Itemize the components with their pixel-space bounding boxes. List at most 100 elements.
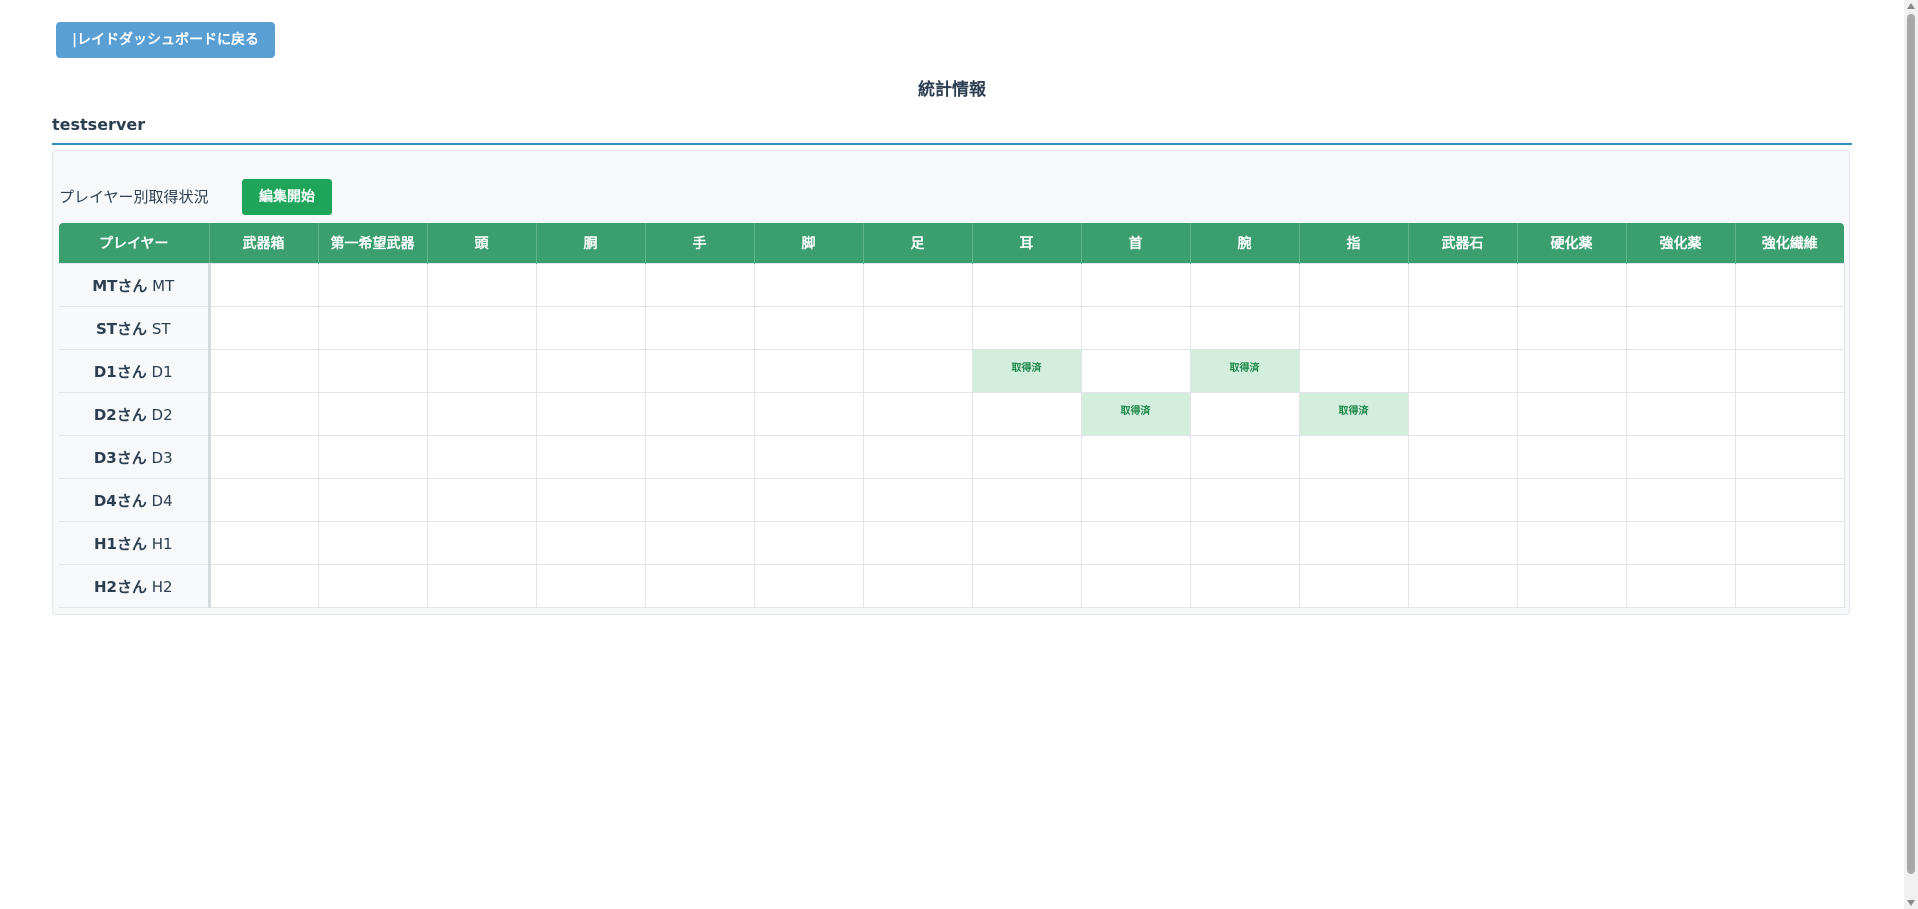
- item-cell[interactable]: [1189, 306, 1300, 350]
- item-cell[interactable]: [1298, 349, 1409, 393]
- item-cell[interactable]: [317, 349, 428, 393]
- item-cell[interactable]: [1516, 306, 1627, 350]
- item-cell[interactable]: [644, 263, 755, 307]
- item-cell[interactable]: [535, 392, 646, 436]
- item-cell[interactable]: [1189, 263, 1300, 307]
- vertical-scrollbar[interactable]: [1904, 0, 1918, 909]
- item-cell[interactable]: [862, 349, 973, 393]
- item-cell[interactable]: [317, 521, 428, 565]
- item-cell[interactable]: [971, 435, 1082, 479]
- item-cell[interactable]: [1407, 564, 1518, 608]
- item-cell[interactable]: [1734, 564, 1845, 608]
- item-cell[interactable]: [1625, 263, 1736, 307]
- item-cell[interactable]: [644, 478, 755, 522]
- item-cell[interactable]: [1080, 263, 1191, 307]
- item-cell[interactable]: [317, 306, 428, 350]
- item-cell[interactable]: [1080, 435, 1191, 479]
- item-cell[interactable]: [862, 521, 973, 565]
- item-cell[interactable]: [1516, 478, 1627, 522]
- item-cell[interactable]: [971, 564, 1082, 608]
- item-cell[interactable]: [753, 521, 864, 565]
- item-cell[interactable]: [208, 263, 319, 307]
- item-cell[interactable]: [1625, 306, 1736, 350]
- item-cell[interactable]: [862, 564, 973, 608]
- item-cell[interactable]: [753, 392, 864, 436]
- item-cell[interactable]: [753, 478, 864, 522]
- item-cell[interactable]: [535, 435, 646, 479]
- scrollbar-thumb[interactable]: [1907, 14, 1915, 874]
- item-cell[interactable]: [426, 564, 537, 608]
- item-cell[interactable]: [1080, 478, 1191, 522]
- item-cell[interactable]: [1734, 478, 1845, 522]
- item-cell[interactable]: [208, 349, 319, 393]
- item-cell[interactable]: [1625, 349, 1736, 393]
- item-cell[interactable]: [1407, 521, 1518, 565]
- item-cell[interactable]: [1407, 306, 1518, 350]
- item-cell[interactable]: [1080, 564, 1191, 608]
- item-cell[interactable]: [971, 478, 1082, 522]
- item-cell[interactable]: [1189, 564, 1300, 608]
- item-cell[interactable]: [1516, 435, 1627, 479]
- item-cell[interactable]: [426, 392, 537, 436]
- item-cell[interactable]: [1625, 392, 1736, 436]
- item-cell[interactable]: [862, 478, 973, 522]
- item-cell[interactable]: [1625, 521, 1736, 565]
- item-cell[interactable]: [1298, 306, 1409, 350]
- item-cell[interactable]: [971, 306, 1082, 350]
- item-cell[interactable]: [1734, 392, 1845, 436]
- item-cell[interactable]: [1298, 564, 1409, 608]
- item-cell[interactable]: [1298, 478, 1409, 522]
- item-cell[interactable]: [535, 564, 646, 608]
- item-cell[interactable]: [1407, 263, 1518, 307]
- item-cell[interactable]: [753, 435, 864, 479]
- item-cell[interactable]: [426, 349, 537, 393]
- item-cell[interactable]: [535, 521, 646, 565]
- item-cell[interactable]: [1734, 263, 1845, 307]
- scroll-up-icon[interactable]: [1907, 3, 1915, 9]
- item-cell[interactable]: [971, 521, 1082, 565]
- item-cell[interactable]: [862, 435, 973, 479]
- item-cell[interactable]: [644, 435, 755, 479]
- item-cell[interactable]: [1734, 435, 1845, 479]
- item-cell[interactable]: [426, 478, 537, 522]
- item-cell[interactable]: [1516, 564, 1627, 608]
- item-cell[interactable]: [862, 306, 973, 350]
- item-cell[interactable]: [317, 263, 428, 307]
- item-cell[interactable]: [644, 349, 755, 393]
- item-cell[interactable]: [208, 306, 319, 350]
- item-cell[interactable]: [753, 564, 864, 608]
- item-cell[interactable]: [862, 392, 973, 436]
- item-cell[interactable]: [426, 521, 537, 565]
- item-cell[interactable]: [1080, 306, 1191, 350]
- item-cell[interactable]: [317, 435, 428, 479]
- item-cell[interactable]: [753, 263, 864, 307]
- item-cell[interactable]: [1516, 263, 1627, 307]
- item-cell[interactable]: [317, 478, 428, 522]
- item-cell[interactable]: [644, 392, 755, 436]
- item-cell[interactable]: [317, 392, 428, 436]
- item-cell[interactable]: [1407, 478, 1518, 522]
- item-cell[interactable]: [1080, 349, 1191, 393]
- back-to-raid-dashboard-button[interactable]: |レイドダッシュボードに戻る: [56, 22, 275, 58]
- item-cell[interactable]: [1734, 521, 1845, 565]
- item-cell[interactable]: [753, 306, 864, 350]
- item-cell[interactable]: [1189, 478, 1300, 522]
- item-cell[interactable]: 取得済: [971, 349, 1082, 393]
- item-cell[interactable]: [426, 435, 537, 479]
- item-cell[interactable]: [753, 349, 864, 393]
- item-cell[interactable]: [535, 263, 646, 307]
- item-cell[interactable]: [1189, 521, 1300, 565]
- item-cell[interactable]: [1298, 521, 1409, 565]
- item-cell[interactable]: [644, 521, 755, 565]
- item-cell[interactable]: [1734, 349, 1845, 393]
- item-cell[interactable]: [208, 435, 319, 479]
- scroll-down-icon[interactable]: [1907, 900, 1915, 906]
- item-cell[interactable]: [862, 263, 973, 307]
- item-cell[interactable]: [208, 564, 319, 608]
- item-cell[interactable]: [971, 263, 1082, 307]
- item-cell[interactable]: [208, 392, 319, 436]
- start-edit-button[interactable]: 編集開始: [242, 179, 332, 215]
- item-cell[interactable]: [1407, 392, 1518, 436]
- item-cell[interactable]: [1189, 392, 1300, 436]
- item-cell[interactable]: [208, 521, 319, 565]
